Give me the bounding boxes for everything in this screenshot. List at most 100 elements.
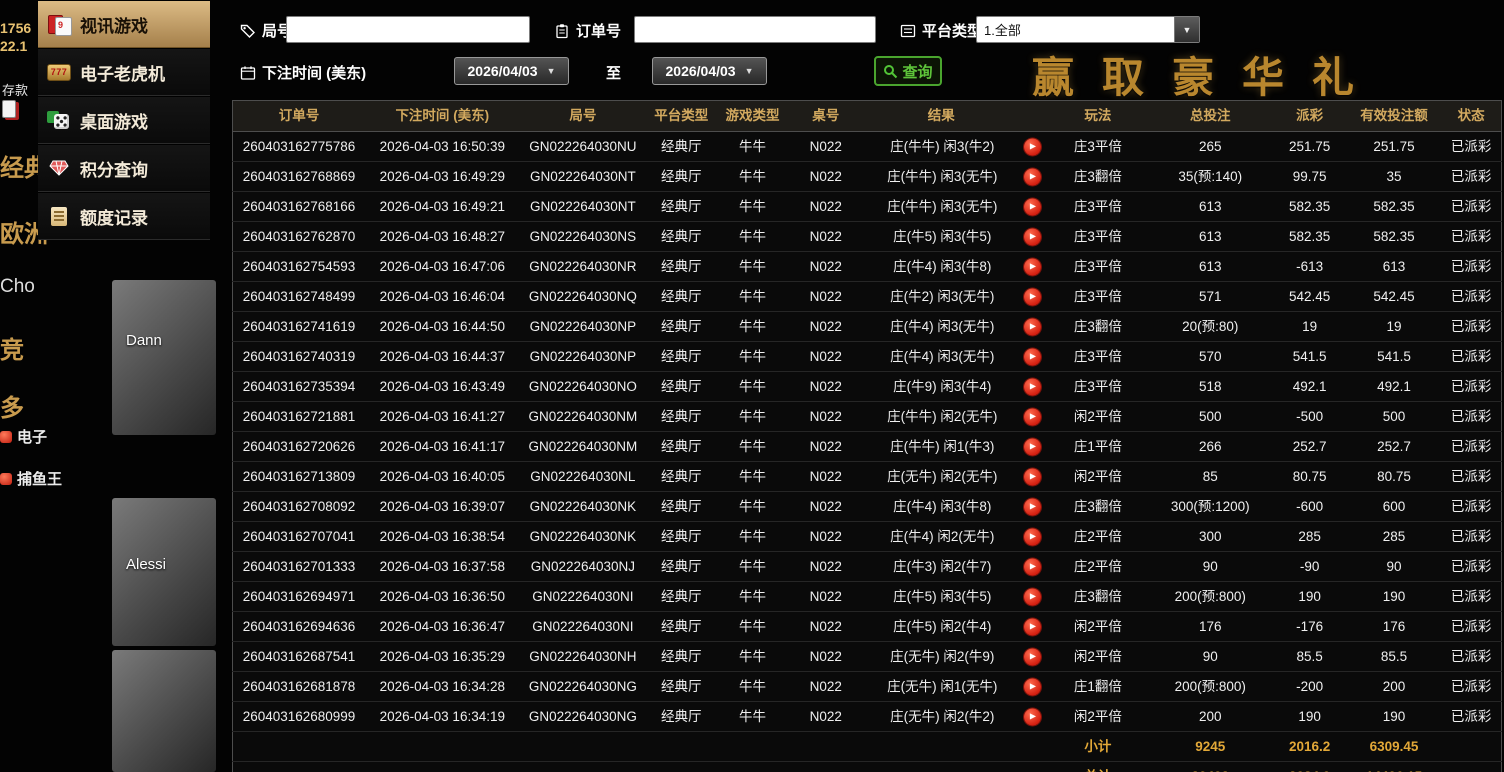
date-from-value: 2026/04/03 (467, 63, 538, 79)
replay-button[interactable] (1023, 528, 1041, 545)
valid-bet-cell: 582.35 (1346, 221, 1442, 252)
platform-cell: 经典厅 (646, 611, 717, 642)
replay-button[interactable] (1023, 288, 1041, 305)
slot-machine-icon (47, 61, 71, 83)
game-type-cell: 牛牛 (716, 521, 789, 552)
table-no-cell: N022 (788, 521, 863, 552)
date-to-picker[interactable]: 2026/04/03 ▼ (652, 57, 767, 85)
subtotal-valid: 6309.45 (1346, 731, 1442, 762)
status-cell: 已派彩 (1441, 251, 1502, 282)
bet-row: 260403162768166 2026-04-03 16:49:21 GN0222… (232, 191, 1502, 222)
search-button[interactable]: 查询 (874, 56, 942, 86)
search-icon (884, 64, 898, 78)
payout-cell: -176 (1272, 611, 1347, 642)
platform-cell: 经典厅 (646, 461, 717, 492)
platform-cell: 经典厅 (646, 641, 717, 672)
bet-row: 260403162687541 2026-04-03 16:35:29 GN0222… (232, 641, 1502, 672)
replay-button[interactable] (1023, 498, 1041, 515)
payout-cell: 252.7 (1272, 431, 1347, 462)
round-cell: GN022264030NG (519, 701, 647, 732)
replay-button[interactable] (1023, 588, 1041, 605)
replay-button[interactable] (1023, 648, 1041, 665)
table-no-cell: N022 (788, 581, 863, 612)
platform-cell: 经典厅 (646, 281, 717, 312)
game-type-cell: 牛牛 (716, 131, 789, 162)
payout-cell: -200 (1272, 671, 1347, 702)
replay-button[interactable] (1023, 348, 1041, 365)
replay-button[interactable] (1023, 318, 1041, 335)
bet-row: 260403162754593 2026-04-03 16:47:06 GN0222… (232, 251, 1502, 282)
replay-button[interactable] (1023, 258, 1041, 275)
table-no-cell: N022 (788, 671, 863, 702)
sidebar-item-credit-records[interactable]: 额度记录 (38, 192, 210, 240)
order-number-input[interactable] (634, 16, 876, 43)
table-no-cell: N022 (788, 431, 863, 462)
payout-cell: 542.45 (1272, 281, 1347, 312)
platform-cell: 经典厅 (646, 431, 717, 462)
status-cell: 已派彩 (1441, 191, 1502, 222)
replay-button[interactable] (1023, 708, 1041, 725)
replay-button[interactable] (1023, 138, 1041, 155)
sidebar-item-table-games[interactable]: 桌面游戏 (38, 96, 210, 144)
sidebar-item-live-games[interactable]: 视讯游戏 (38, 0, 210, 48)
payout-cell: 190 (1272, 581, 1347, 612)
sidebar-item-label: 视讯游戏 (80, 16, 148, 36)
platform-cell: 经典厅 (646, 341, 717, 372)
result-cell: 庄(无牛) 闲2(牛2) (862, 701, 1048, 732)
replay-button[interactable] (1023, 468, 1041, 485)
play-type-cell: 庄1平倍 (1047, 431, 1149, 462)
balance-fragment: 1756 (0, 20, 32, 36)
result-cell: 庄(牛5) 闲2(牛4) (862, 611, 1048, 642)
replay-button[interactable] (1023, 378, 1041, 395)
replay-button[interactable] (1023, 558, 1041, 575)
status-cell: 已派彩 (1441, 611, 1502, 642)
result-cell: 庄(牛牛) 闲3(无牛) (862, 161, 1048, 192)
order-cell: 260403162694636 (232, 611, 366, 642)
bet-row: 260403162707041 2026-04-03 16:38:54 GN0222… (232, 521, 1502, 552)
sidebar-item-points-query[interactable]: 积分查询 (38, 144, 210, 192)
date-to-value: 2026/04/03 (665, 63, 736, 79)
replay-button[interactable] (1023, 168, 1041, 185)
chevron-down-icon: ▼ (546, 66, 556, 76)
platform-cell: 经典厅 (646, 551, 717, 582)
round-filter-label: 局号 (240, 20, 292, 41)
balance-fragment: 22.1 (0, 38, 28, 54)
game-type-cell: 牛牛 (716, 611, 789, 642)
dealer-name: Dann (126, 332, 162, 349)
round-cell: GN022264030NG (519, 671, 647, 702)
total-payout: 2984.9 (1272, 761, 1347, 772)
col-payout: 派彩 (1272, 100, 1347, 132)
table-no-cell: N022 (788, 341, 863, 372)
replay-button[interactable] (1023, 228, 1041, 245)
round-number-input[interactable] (286, 16, 530, 43)
round-cell: GN022264030NT (519, 161, 647, 192)
replay-button[interactable] (1023, 618, 1041, 635)
dice-icon (47, 109, 71, 131)
order-cell: 260403162748499 (232, 281, 366, 312)
platform-cell: 经典厅 (646, 521, 717, 552)
sidebar-item-slots[interactable]: 电子老虎机 (38, 48, 210, 96)
valid-bet-cell: 613 (1346, 251, 1442, 282)
replay-button[interactable] (1023, 678, 1041, 695)
result-cell: 庄(牛牛) 闲3(牛2) (862, 131, 1048, 162)
total-bet-cell: 20(预:80) (1148, 311, 1273, 342)
replay-button[interactable] (1023, 438, 1041, 455)
round-cell: GN022264030NS (519, 221, 647, 252)
replay-button[interactable] (1023, 408, 1041, 425)
total-bet-cell: 90 (1148, 641, 1273, 672)
order-cell: 260403162720626 (232, 431, 366, 462)
total-bet-cell: 266 (1148, 431, 1273, 462)
total-bet-cell: 518 (1148, 371, 1273, 402)
replay-button[interactable] (1023, 198, 1041, 215)
bet-time-filter-text: 下注时间 (美东) (262, 65, 367, 82)
order-cell: 260403162681878 (232, 671, 366, 702)
payout-cell: 99.75 (1272, 161, 1347, 192)
total-label: 总计 (1047, 761, 1149, 772)
date-from-picker[interactable]: 2026/04/03 ▼ (454, 57, 569, 85)
platform-cell: 经典厅 (646, 191, 717, 222)
bet-time-cell: 2026-04-03 16:47:06 (365, 251, 520, 282)
platform-type-select[interactable]: 1.全部 ▼ (976, 16, 1200, 43)
table-no-cell: N022 (788, 251, 863, 282)
result-cell: 庄(牛牛) 闲3(无牛) (862, 191, 1048, 222)
col-round: 局号 (519, 100, 647, 132)
